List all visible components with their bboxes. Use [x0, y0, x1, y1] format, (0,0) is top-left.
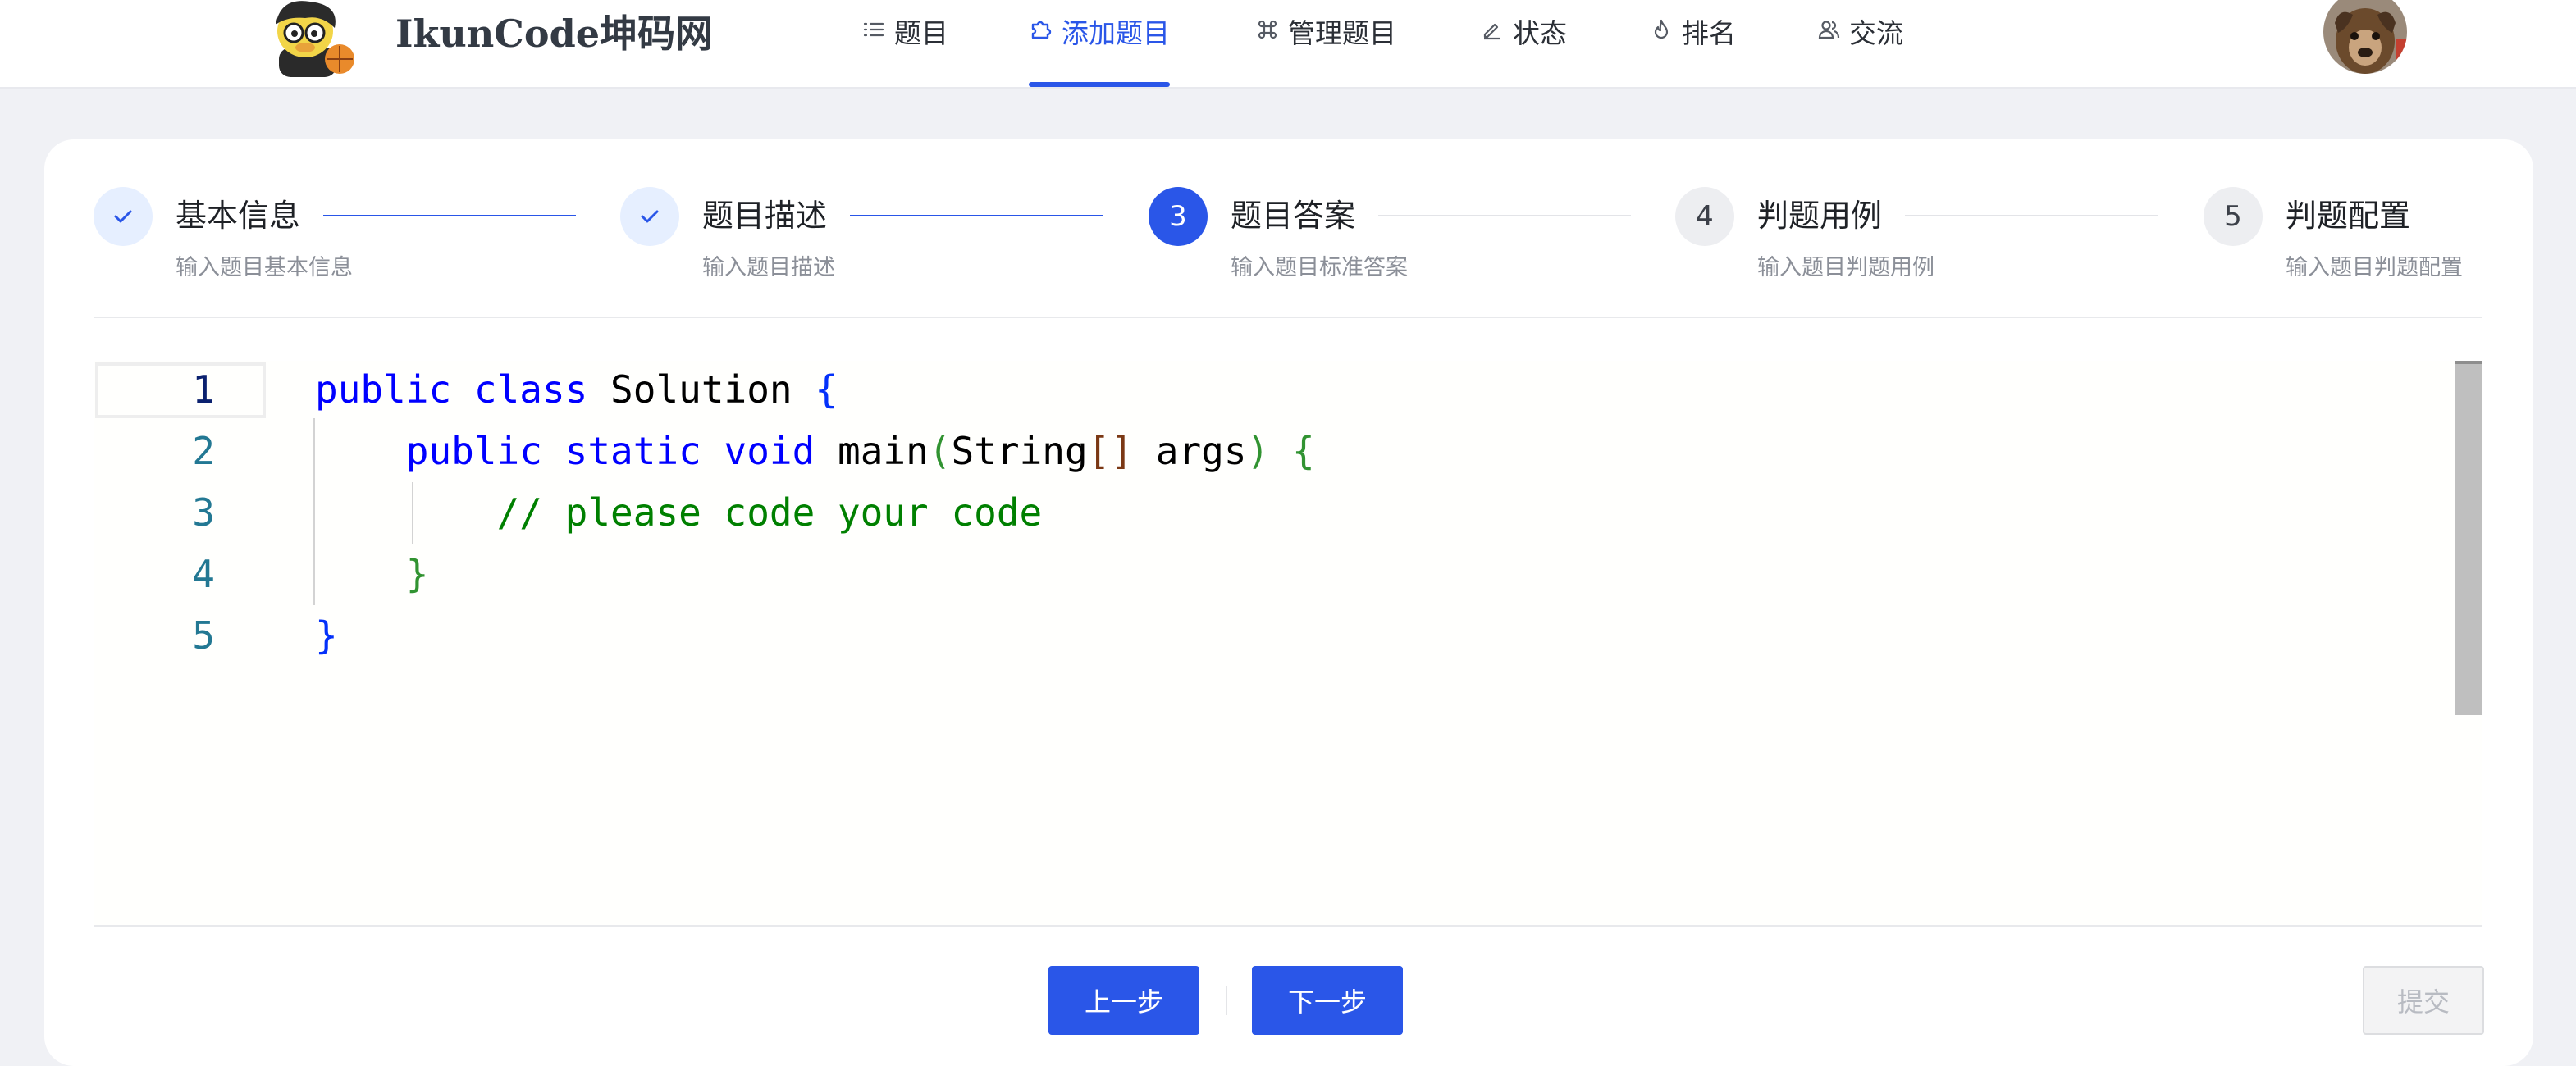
- step-title: 基本信息: [176, 192, 324, 239]
- step-number: 5: [2204, 187, 2263, 246]
- nav-item-add-problem[interactable]: 添加题目: [1029, 0, 1170, 87]
- users-icon: [1816, 17, 1841, 42]
- code-line[interactable]: }: [315, 605, 338, 667]
- user-avatar[interactable]: [2323, 0, 2407, 74]
- fire-icon: [1649, 17, 1674, 42]
- step-connector-4-5: [1897, 215, 2158, 216]
- previous-step-button[interactable]: 上一步: [1048, 966, 1199, 1035]
- puzzle-icon: [1029, 17, 1053, 42]
- edit-icon: [1480, 17, 1505, 42]
- step-description: 输入题目判题配置: [2286, 255, 2463, 280]
- code-line[interactable]: public static void main(String[] args) {: [315, 421, 1315, 482]
- site-brand-name[interactable]: IkunCode坤码网: [395, 5, 713, 62]
- nav-item-label: 交流: [1849, 17, 1903, 49]
- nav-item-label: 管理题目: [1288, 17, 1396, 49]
- step-title: 判题用例: [1757, 192, 1906, 239]
- step-title: 题目描述: [702, 192, 851, 239]
- submit-button[interactable]: 提交: [2363, 966, 2484, 1035]
- nav-item-ranking[interactable]: 排名: [1649, 0, 1736, 87]
- check-icon: [620, 187, 679, 246]
- next-step-button[interactable]: 下一步: [1252, 966, 1403, 1035]
- nav-item-label: 状态: [1513, 17, 1567, 49]
- editor-divider: [94, 925, 2482, 927]
- line-number: 5: [192, 613, 215, 658]
- code-line[interactable]: }: [315, 544, 429, 605]
- code-editor[interactable]: 1 2 3 4 5 public class Solution { public…: [94, 361, 2482, 925]
- editor-scrollbar[interactable]: [2455, 361, 2482, 715]
- nav-item-community[interactable]: 交流: [1816, 0, 1903, 87]
- step-connector-2-3: [842, 215, 1103, 216]
- code-line[interactable]: public class Solution {: [315, 361, 838, 421]
- code-line[interactable]: // please code your code: [315, 482, 1043, 544]
- nav-item-label: 添加题目: [1062, 17, 1170, 49]
- step-connector-1-2: [315, 215, 576, 216]
- step-title: 判题配置: [2286, 192, 2434, 239]
- nav-item-status[interactable]: 状态: [1480, 0, 1567, 87]
- editor-gutter: 1 2 3 4 5: [94, 361, 267, 925]
- site-logo[interactable]: [264, 0, 363, 77]
- nav-item-manage-problems[interactable]: 管理题目: [1255, 0, 1396, 87]
- step-connector-3-4: [1370, 215, 1631, 216]
- nav-item-label: 题目: [894, 17, 948, 49]
- nav-item-label: 排名: [1682, 17, 1736, 49]
- line-number: 4: [192, 552, 215, 596]
- step-description: 输入题目基本信息: [176, 255, 353, 280]
- add-problem-card: 基本信息 输入题目基本信息 题目描述 输入题目描述 3 题目答案 输入题目标准答…: [44, 139, 2533, 1066]
- step-number: 3: [1149, 187, 1208, 246]
- step-number: 4: [1675, 187, 1734, 246]
- line-number: 3: [192, 490, 215, 535]
- button-separator: [1226, 986, 1227, 1015]
- nav-item-problems[interactable]: 题目: [861, 0, 948, 87]
- list-icon: [861, 17, 886, 42]
- check-icon: [94, 187, 153, 246]
- top-navigation-bar: IkunCode坤码网 题目 添加题目 管理题目 状态 排名 交流: [0, 0, 2576, 89]
- line-number: 2: [192, 429, 215, 473]
- line-number: 1: [192, 367, 215, 412]
- step-description: 输入题目标准答案: [1231, 255, 1408, 280]
- step-description: 输入题目判题用例: [1757, 255, 1934, 280]
- step-description: 输入题目描述: [702, 255, 835, 280]
- step-title: 题目答案: [1231, 192, 1379, 239]
- command-icon: [1255, 17, 1280, 42]
- steps-divider: [94, 317, 2482, 318]
